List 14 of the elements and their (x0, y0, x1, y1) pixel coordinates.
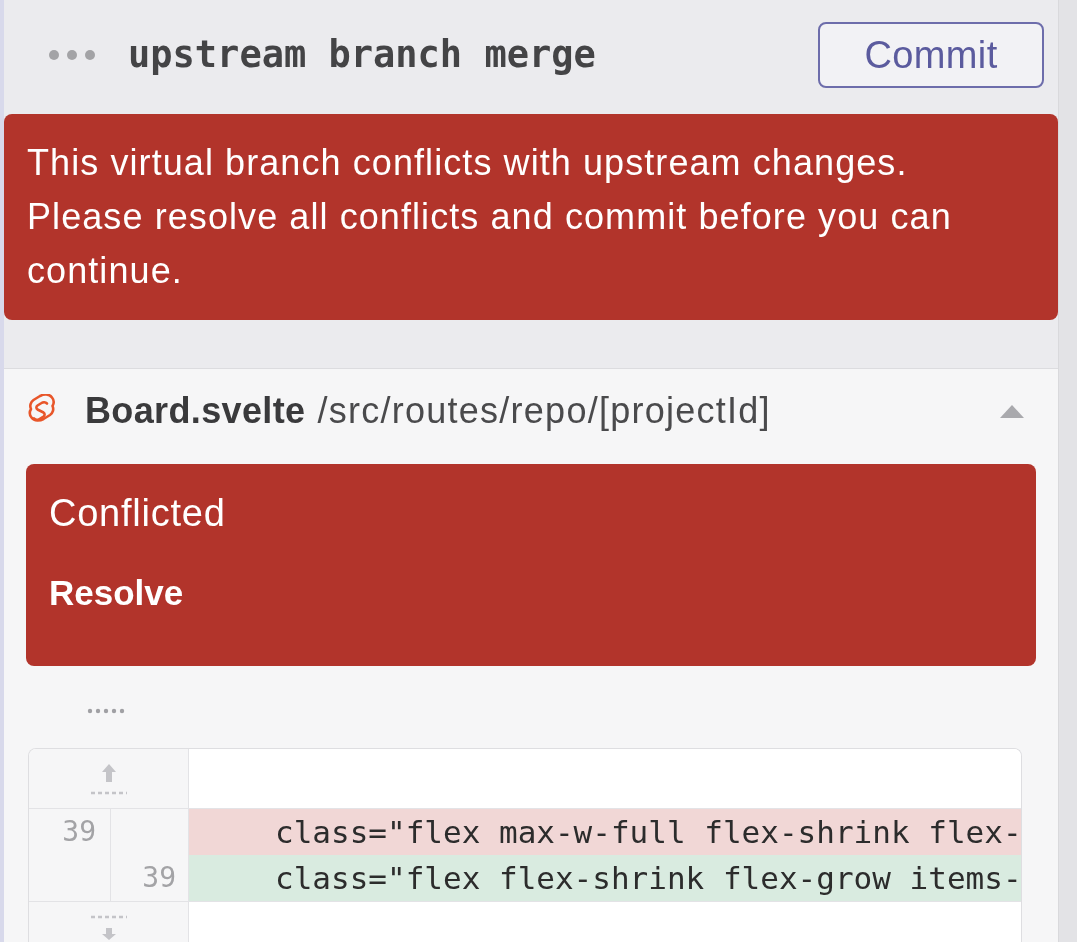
line-number-cell: 39 (29, 809, 111, 855)
branch-title: upstream branch merge (128, 32, 596, 79)
conflict-status: Conflicted (49, 492, 226, 534)
expand-down-icon[interactable] (88, 914, 129, 940)
line-number-cell: 39 (111, 855, 189, 901)
more-icon[interactable] (48, 49, 96, 61)
commit-button[interactable]: Commit (818, 22, 1044, 88)
resolve-link[interactable]: Resolve (49, 572, 184, 614)
file-name[interactable]: Board.svelte (85, 384, 306, 438)
collapse-caret-icon[interactable] (1000, 404, 1024, 418)
alert-message: This virtual branch conflicts with upstream changes. Please resolve all conflicts and commit before you can continue. (27, 141, 953, 293)
scrollbar-track[interactable] (1058, 0, 1077, 942)
file-path: /src/routes/repo/[projectId] (317, 389, 771, 433)
collapsed-lines-icon[interactable] (85, 708, 127, 714)
